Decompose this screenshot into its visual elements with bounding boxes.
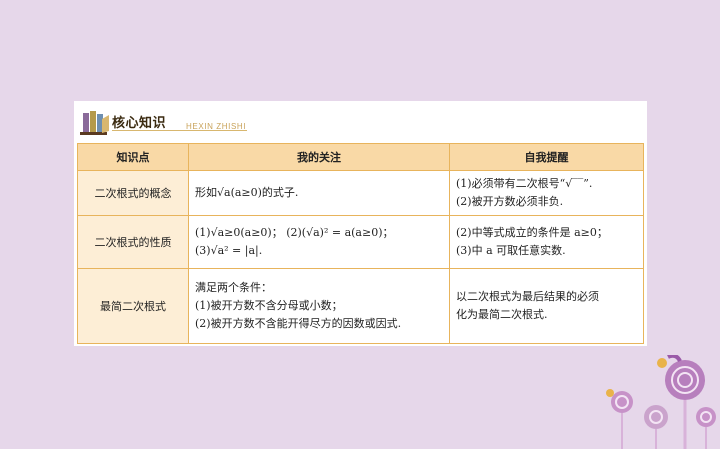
reminder-line: (2)被开方数必须非负. [456, 195, 564, 208]
knowledge-table: 知识点 我的关注 自我提醒 二次根式的概念 形如√a(a≥0)的式子. (1)必… [77, 143, 644, 344]
focus-line: (1)被开方数不含分母或小数； [195, 299, 343, 312]
column-header: 知识点 [77, 143, 189, 171]
topic-cell: 二次根式的性质 [77, 215, 189, 269]
column-header: 我的关注 [188, 143, 450, 171]
focus-cell: 满足两个条件： (1)被开方数不含分母或小数； (2)被开方数不含能开得尽方的因… [188, 268, 450, 344]
reminder-line: (2)中等式成立的条件是 a≥0； [456, 226, 608, 239]
topic-cell: 最简二次根式 [77, 268, 189, 344]
reminder-line: (3)中 a 可取任意实数. [456, 244, 566, 257]
focus-cell: 形如√a(a≥0)的式子. [188, 170, 450, 216]
focus-line: 形如√a(a≥0)的式子. [195, 186, 299, 199]
reminder-cell: (1)必须带有二次根号“√‾‾”. (2)被开方数必须非负. [449, 170, 644, 216]
table-row: 二次根式的性质 (1)√a≥0(a≥0)； (2)(√a)² = a(a≥0)；… [77, 215, 644, 269]
reminder-line: (1)必须带有二次根号“√‾‾”. [456, 177, 593, 190]
reminder-cell: (2)中等式成立的条件是 a≥0； (3)中 a 可取任意实数. [449, 215, 644, 269]
table-header-row: 知识点 我的关注 自我提醒 [77, 143, 644, 171]
reminder-line: 以二次根式为最后结果的必须 [456, 290, 599, 303]
focus-cell: (1)√a≥0(a≥0)； (2)(√a)² = a(a≥0)； (3)√a² … [188, 215, 450, 269]
focus-line: (3)√a² = |a|. [195, 244, 263, 257]
table-row: 二次根式的概念 形如√a(a≥0)的式子. (1)必须带有二次根号“√‾‾”. … [77, 170, 644, 216]
focus-line: (1)√a≥0(a≥0)； (2)(√a)² = a(a≥0)； [195, 226, 394, 239]
section-title: 核心知识 [112, 116, 167, 131]
column-header: 自我提醒 [449, 143, 644, 171]
knowledge-card: 核心知识 HEXIN ZHISHI 知识点 我的关注 自我提醒 二次根式的概念 … [74, 101, 647, 346]
table-row: 最简二次根式 满足两个条件： (1)被开方数不含分母或小数； (2)被开方数不含… [77, 268, 644, 344]
flower-decoration-icon [606, 355, 716, 449]
reminder-line: 化为最简二次根式. [456, 308, 548, 321]
focus-line: (2)被开方数不含能开得尽方的因数或因式. [195, 317, 402, 330]
books-icon [80, 111, 109, 135]
section-header: 核心知识 HEXIN ZHISHI [74, 101, 647, 141]
reminder-cell: 以二次根式为最后结果的必须 化为最简二次根式. [449, 268, 644, 344]
section-subtitle: HEXIN ZHISHI [186, 122, 247, 131]
focus-line: 满足两个条件： [195, 281, 272, 294]
topic-cell: 二次根式的概念 [77, 170, 189, 216]
